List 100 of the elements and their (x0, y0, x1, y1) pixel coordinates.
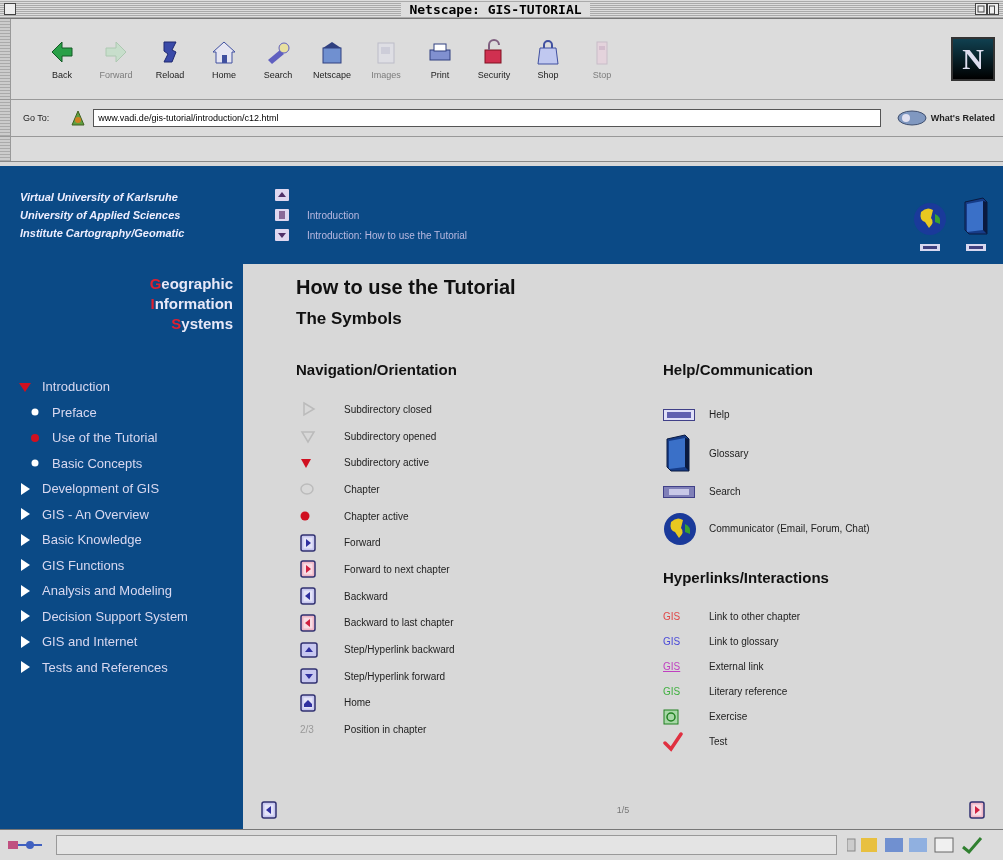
section-heading: Help/Communication (663, 361, 814, 378)
nav-item[interactable]: GIS and Internet (42, 634, 138, 650)
legend-text: External link (709, 661, 764, 672)
nav-item[interactable]: Use of the Tutorial (52, 430, 158, 446)
section-heading: Navigation/Orientation (296, 361, 458, 378)
legend-text: Chapter (344, 483, 380, 495)
page-title: How to use the Tutorial (296, 276, 517, 299)
legend-text: Chapter active (344, 510, 409, 522)
logo-text: Geographic (149, 274, 233, 294)
home-icon (300, 693, 316, 712)
netscape-logo[interactable]: N (951, 37, 995, 81)
help-badge-icon (663, 408, 695, 421)
badge-icon[interactable] (920, 243, 940, 251)
triangle-outline-icon (300, 401, 316, 418)
backward-icon (300, 587, 316, 606)
affiliation-text: Institute Cartography/Geomatic (20, 227, 186, 239)
window-title: Netscape: GIS-TUTORIAL (401, 2, 590, 17)
logo-text: Systems (171, 314, 233, 334)
legend-text: Exercise (709, 711, 748, 722)
badge-icon[interactable] (966, 243, 986, 251)
toolbar-grip[interactable] (0, 137, 11, 161)
legend-text: Step/Hyperlink forward (344, 670, 446, 682)
forward-icon (300, 560, 316, 579)
legend-text: Communicator (Email, Forum, Chat) (709, 523, 870, 534)
nav-item[interactable]: Development of GIS (42, 481, 160, 497)
toolbar-button[interactable]: Reload (143, 38, 197, 80)
toolbar-grip[interactable] (0, 100, 11, 136)
address-field[interactable]: www.vadi.de/gis-tutorial/introduction/c12.html (93, 109, 881, 127)
page-icon[interactable] (275, 209, 289, 221)
logo-text: Information (150, 294, 233, 314)
nav-item[interactable]: Basic Knowledge (42, 532, 142, 548)
nav-item[interactable]: Decision Support System (42, 608, 188, 624)
dot-icon (300, 511, 310, 522)
forward-icon[interactable] (969, 801, 985, 819)
circle-outline-icon (300, 483, 314, 496)
zoom-box-icon[interactable] (975, 3, 999, 15)
legend-text: Forward to next chapter (344, 563, 450, 575)
triangle-right-icon[interactable] (20, 610, 30, 623)
triangle-right-icon[interactable] (20, 533, 30, 546)
triangle-icon (300, 456, 312, 469)
toolbar-button[interactable]: Security (467, 38, 521, 80)
triangle-right-icon[interactable] (20, 584, 30, 597)
search-badge-icon (663, 485, 695, 498)
page-counter: 1/5 (616, 805, 630, 815)
triangle-right-icon[interactable] (20, 508, 30, 521)
legend-text: Forward (344, 537, 381, 549)
triangle-right-icon[interactable] (20, 559, 30, 572)
backward-icon[interactable] (261, 801, 277, 819)
legend-text: Subdirectory active (344, 457, 430, 469)
link-sample: GIS (663, 636, 681, 647)
link-sample: GIS (663, 686, 681, 697)
toolbar-button[interactable]: Back (35, 38, 89, 80)
shop-icon (534, 38, 562, 66)
book-icon (663, 433, 693, 473)
legend-text: Link to glossary (709, 636, 779, 647)
legend-text: Subdirectory closed (344, 403, 432, 415)
toolbar-button[interactable]: Home (197, 38, 251, 80)
legend-text: Backward (344, 590, 388, 602)
legend-text: Subdirectory opened (344, 430, 437, 442)
backward-icon (300, 613, 316, 632)
legend-text: Search (709, 486, 741, 497)
nav-item[interactable]: Analysis and Modeling (42, 583, 173, 599)
link-sample: GIS (663, 611, 681, 622)
triangle-right-icon[interactable] (20, 661, 30, 674)
go-to-label: Go To: (23, 113, 50, 123)
toolbar-button[interactable]: Shop (521, 38, 575, 80)
toolbar-button[interactable]: Netscape (305, 38, 359, 80)
legend-text: Glossary (709, 447, 749, 459)
breadcrumb-link[interactable]: Introduction (307, 209, 360, 221)
triangle-outline-icon (300, 428, 316, 445)
page-subtitle: The Symbols (296, 309, 403, 329)
affiliation-text: Virtual University of Karlsruhe (20, 191, 179, 203)
toolbar-button[interactable]: Search (251, 38, 305, 80)
nav-item[interactable]: Tests and References (42, 659, 168, 675)
nav-item[interactable]: Preface (52, 404, 97, 420)
checkmark-icon (663, 731, 683, 752)
legend-text: Help (709, 409, 730, 420)
whats-related-button[interactable]: What's Related (886, 110, 995, 126)
nav-item[interactable]: GIS Functions (42, 557, 125, 573)
triangle-right-icon[interactable] (20, 482, 30, 495)
book-icon[interactable] (961, 195, 991, 236)
nav-item[interactable]: GIS - An Overview (42, 506, 149, 522)
toolbar-grip[interactable] (0, 19, 11, 99)
section-heading: Hyperlinks/Interactions (663, 569, 830, 586)
position-sample: 2/3 (300, 724, 314, 736)
legend-text: Literary reference (709, 686, 788, 697)
toolbar-button[interactable]: Print (413, 38, 467, 80)
legend-text: Test (709, 736, 728, 747)
legend-text: Link to other chapter (709, 611, 801, 622)
nav-item[interactable]: Introduction (42, 379, 110, 395)
legend-text: Position in chapter (344, 724, 427, 736)
affiliation-text: University of Applied Sciences (20, 209, 182, 221)
legend-text: Home (344, 697, 371, 709)
legend-text: Backward to last chapter (344, 617, 454, 629)
triangle-right-icon[interactable] (20, 635, 30, 648)
close-box-icon[interactable] (4, 3, 16, 15)
breadcrumb-link[interactable]: Introduction: How to use the Tutorial (307, 229, 468, 241)
link-sample: GIS (663, 661, 681, 672)
nav-item[interactable]: Basic Concepts (52, 455, 143, 471)
forward-icon (300, 533, 316, 552)
